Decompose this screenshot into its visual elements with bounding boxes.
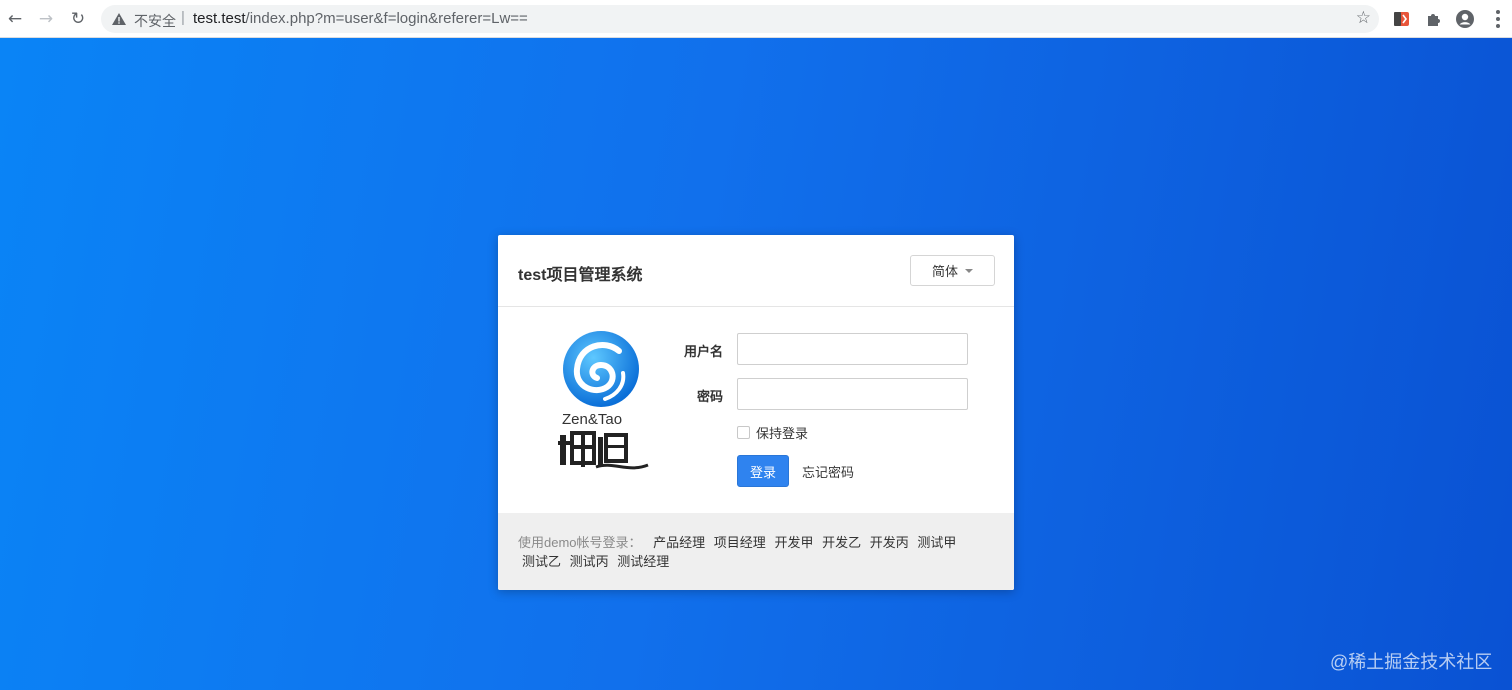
url-path: /index.php?m=user&f=login&referer=Lw== xyxy=(245,10,528,27)
demo-account-link[interactable]: 开发乙 xyxy=(822,535,861,550)
extensions-puzzle-icon[interactable] xyxy=(1424,9,1444,29)
url-host: test.test xyxy=(193,10,246,27)
demo-accounts-label: 使用demo帐号登录： xyxy=(518,535,642,550)
zentao-swirl-icon xyxy=(563,331,639,407)
demo-row-1: 使用demo帐号登录： 产品经理 项目经理 开发甲 开发乙 开发丙 测试甲 xyxy=(518,533,994,552)
forgot-password-link[interactable]: 忘记密码 xyxy=(802,462,854,481)
zentao-calligraphy-icon xyxy=(558,431,649,470)
username-label: 用户名 xyxy=(683,344,723,359)
system-title: test项目管理系统 xyxy=(518,267,643,284)
username-input[interactable] xyxy=(737,333,968,365)
browser-menu-icon[interactable] xyxy=(1492,7,1504,31)
keep-login-label[interactable]: 保持登录 xyxy=(756,423,808,442)
url-text[interactable]: test.test/index.php?m=user&f=login&refer… xyxy=(193,10,528,27)
demo-accounts-footer: 使用demo帐号登录： 产品经理 项目经理 开发甲 开发乙 开发丙 测试甲 测试… xyxy=(498,513,1014,590)
demo-account-link[interactable]: 项目经理 xyxy=(714,535,766,550)
language-dropdown[interactable]: 简体 xyxy=(910,255,995,286)
watermark-text: @稀土掘金技术社区 xyxy=(1330,652,1493,672)
reload-icon[interactable]: ↻ xyxy=(66,7,90,31)
login-panel-header: test项目管理系统 简体 xyxy=(498,235,1014,307)
login-button[interactable]: 登录 xyxy=(737,455,789,487)
bookmark-star-icon[interactable]: ☆ xyxy=(1356,8,1371,28)
demo-account-link[interactable]: 开发甲 xyxy=(774,535,813,550)
logo-brand-text: Zen&Tao xyxy=(562,411,623,428)
demo-account-link[interactable]: 测试甲 xyxy=(917,535,956,550)
browser-toolbar: ← → ↻ 不安全 | test.test/index.php?m=user&f… xyxy=(0,0,1512,38)
keep-login-option[interactable]: 保持登录 xyxy=(737,423,808,442)
address-bar[interactable]: 不安全 | test.test/index.php?m=user&f=login… xyxy=(101,5,1379,33)
zentao-logo: Zen&Tao xyxy=(558,329,658,474)
insecure-label[interactable]: 不安全 xyxy=(134,11,176,31)
keep-login-checkbox[interactable] xyxy=(737,426,750,439)
login-panel: test项目管理系统 简体 Zen&Tao 用户名 密码 保持登录 登录 忘记密… xyxy=(498,235,1014,590)
extension-app-icon[interactable] xyxy=(1392,9,1412,29)
demo-row-2: 测试乙 测试丙 测试经理 xyxy=(518,552,994,571)
login-page-background: test项目管理系统 简体 Zen&Tao 用户名 密码 保持登录 登录 忘记密… xyxy=(0,38,1512,690)
warning-icon[interactable] xyxy=(111,11,127,27)
demo-account-link[interactable]: 测试丙 xyxy=(570,554,609,569)
profile-avatar-icon[interactable] xyxy=(1455,9,1475,29)
password-input[interactable] xyxy=(737,378,968,410)
demo-account-link[interactable]: 测试乙 xyxy=(522,554,561,569)
caret-down-icon xyxy=(965,268,973,273)
forward-arrow-icon[interactable]: → xyxy=(34,7,58,31)
url-separator: | xyxy=(181,9,185,26)
language-label: 简体 xyxy=(931,264,958,279)
demo-account-link[interactable]: 开发丙 xyxy=(870,535,909,550)
back-arrow-icon[interactable]: ← xyxy=(3,7,27,31)
demo-account-link[interactable]: 测试经理 xyxy=(617,554,669,569)
password-label: 密码 xyxy=(696,389,723,404)
demo-account-link[interactable]: 产品经理 xyxy=(653,535,705,550)
